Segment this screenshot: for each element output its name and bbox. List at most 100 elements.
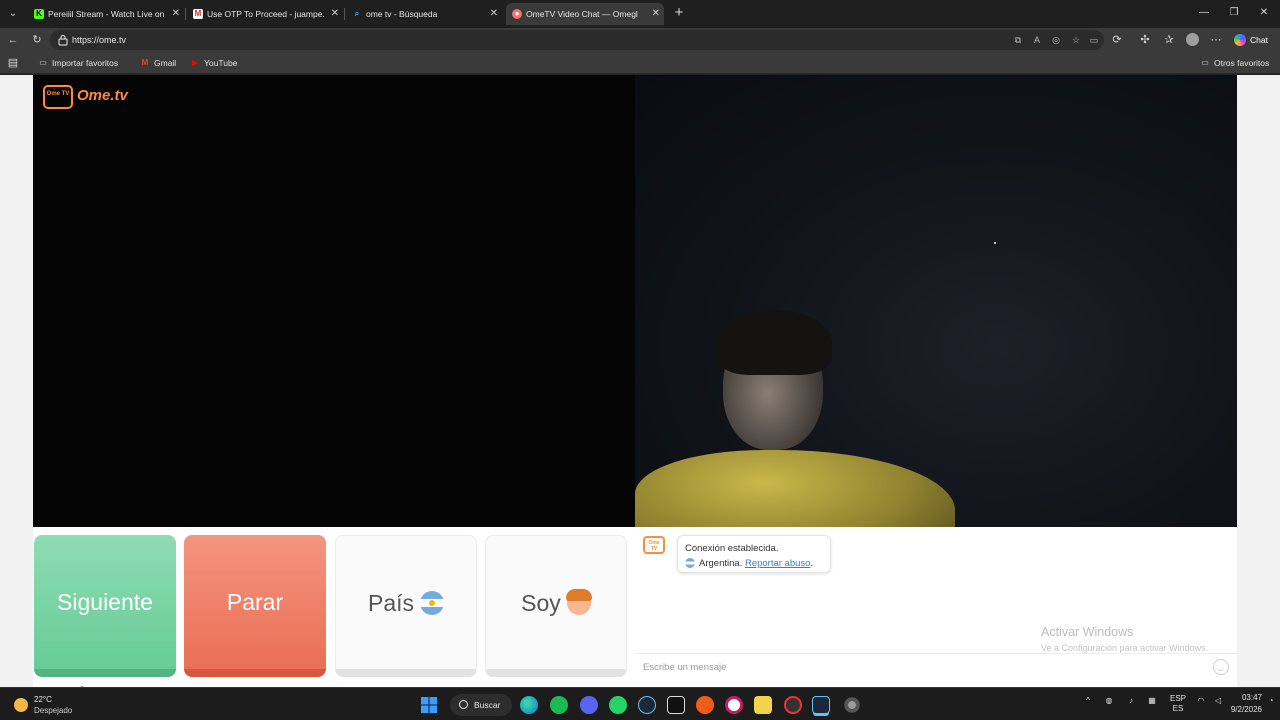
weather-temperature: 22°C — [34, 695, 52, 704]
bookmark-gmail[interactable]: M Gmail — [140, 52, 177, 74]
tab-divider — [185, 8, 186, 20]
refresh-icon[interactable]: ↻ — [28, 31, 46, 49]
close-window-icon[interactable]: ✕ — [1248, 4, 1280, 22]
page-content: Ome TV Ome.tv Siguiente Parar País Soy O… — [0, 75, 1280, 702]
close-tab-icon[interactable]: ✕ — [331, 3, 339, 25]
search-icon — [459, 700, 468, 709]
copilot-chat-button[interactable]: Chat — [1230, 31, 1276, 49]
bookmark-youtube[interactable]: ▶ YouTube — [190, 52, 237, 74]
taskbar-search-label: Buscar — [474, 700, 501, 710]
tab-title: ome tv - Búsqueda — [366, 9, 438, 19]
tab-divider — [344, 8, 345, 20]
gmail-icon: M — [141, 58, 149, 67]
tab-actions-menu-icon[interactable]: ⌄ — [4, 5, 22, 23]
network-tray-icon[interactable]: ◍ — [1102, 696, 1116, 705]
weather-condition: Despejado — [34, 706, 73, 715]
clock-date: 9/2/2026 — [1230, 705, 1262, 714]
stop-button[interactable]: Parar — [184, 535, 326, 677]
stop-button-label: Parar — [226, 589, 284, 615]
stranger-video — [33, 75, 635, 527]
tab-title: Use OTP To Proceed - juampe.cba — [207, 9, 325, 19]
bookmark-label: Gmail — [154, 58, 177, 68]
keyboard-tray-icon[interactable]: ▦ — [1145, 696, 1159, 705]
partner-country-line: Argentina. Reportar abuso. — [685, 556, 830, 571]
activate-windows-title: Activar Windows — [1041, 625, 1134, 639]
steam-icon[interactable] — [638, 696, 656, 714]
tab-search[interactable]: ⌕ ome tv - Búsqueda ✕ — [346, 3, 502, 25]
whatsapp-icon[interactable] — [609, 696, 627, 714]
back-icon[interactable]: ← — [4, 31, 22, 49]
gender-select-button[interactable]: Soy — [485, 535, 627, 677]
report-abuse-link[interactable]: Reportar abuso — [745, 558, 810, 569]
search-icon: ⌕ — [354, 9, 360, 18]
message-input[interactable] — [635, 654, 1195, 680]
launcher-icon[interactable] — [754, 696, 772, 714]
logo-badge: Ome TV — [43, 85, 73, 109]
emoji-picker-icon[interactable] — [1213, 659, 1229, 675]
next-button-label: Siguiente — [57, 589, 153, 615]
sidebar-toggle-icon[interactable]: ▤ — [4, 54, 22, 72]
discord-icon[interactable] — [580, 696, 598, 714]
media-icon[interactable]: ▭ — [1086, 32, 1102, 48]
more-options-icon[interactable]: ⋯ — [1207, 31, 1225, 49]
browser-toolbar: ← ↻ https://ome.tv ⧉ A ◎ ☆ ▭ ⟳ ✣ ✰ ⋯ Cha… — [0, 28, 1280, 52]
extensions-refresh-icon[interactable]: ⟳ — [1108, 31, 1126, 49]
logo-wordmark: Ome.tv — [77, 87, 128, 104]
input-language[interactable]: ESP ES — [1166, 694, 1190, 714]
favorites-icon[interactable]: ✰ — [1160, 31, 1178, 49]
profile-avatar[interactable] — [1183, 31, 1201, 49]
favorite-star-icon[interactable]: ☆ — [1068, 32, 1084, 48]
address-bar[interactable]: https://ome.tv ⧉ A ◎ ☆ ▭ — [50, 30, 1104, 50]
bookmark-label: YouTube — [204, 58, 238, 68]
maximize-icon[interactable]: ❐ — [1218, 4, 1250, 22]
close-tab-icon[interactable]: ✕ — [652, 3, 660, 25]
close-tab-icon[interactable]: ✕ — [172, 3, 180, 25]
next-button[interactable]: Siguiente — [34, 535, 176, 677]
edge-icon[interactable] — [520, 696, 538, 714]
gmail-icon: M — [193, 9, 203, 19]
microphone-tray-icon[interactable]: ♪ — [1124, 696, 1138, 705]
ometv-chat-avatar-icon: Ome TV — [643, 536, 665, 554]
other-favorites[interactable]: ▭ Otros favoritos — [1200, 52, 1269, 74]
person-hair — [717, 310, 832, 375]
notification-bell-icon[interactable]: ◔ — [1266, 696, 1276, 705]
self-camera-video — [635, 75, 1237, 527]
windows-taskbar: 22°C Despejado Buscar ^ ◍ ♪ ▦ ESP ES ◠ ◁… — [0, 687, 1280, 720]
weather-widget[interactable]: 22°C Despejado — [12, 695, 92, 717]
minimize-icon[interactable]: — — [1188, 4, 1220, 22]
url-text[interactable]: https://ome.tv — [72, 30, 126, 50]
system-clock[interactable]: 03:47 9/2/2026 — [1222, 692, 1262, 716]
tab-ometv[interactable]: ● OmeTV Video Chat — Omegl ✕ — [506, 3, 664, 25]
close-tab-icon[interactable]: ✕ — [490, 3, 498, 25]
game-client-icon[interactable] — [784, 696, 802, 714]
tracking-prevention-icon[interactable]: ◎ — [1048, 32, 1064, 48]
steam-active-icon[interactable] — [812, 696, 830, 714]
show-hidden-icons[interactable]: ^ — [1082, 696, 1094, 705]
youtube-icon: ▶ — [191, 58, 199, 67]
tab-gmail[interactable]: M Use OTP To Proceed - juampe.cba ✕ — [187, 3, 343, 25]
spotify-icon[interactable] — [550, 696, 568, 714]
tab-kick[interactable]: K Pereiiil Stream - Watch Live on Kic ✕ — [28, 3, 184, 25]
bookmark-label: Importar favoritos — [52, 58, 119, 68]
argentina-flag-icon — [685, 558, 695, 569]
bookmark-import-favorites[interactable]: ▭ Importar favoritos — [38, 52, 118, 74]
taskbar-search[interactable]: Buscar — [450, 694, 512, 716]
clock-time: 03:47 — [1241, 693, 1262, 702]
tab-title: OmeTV Video Chat — Omegl — [526, 9, 638, 19]
site-info-icon[interactable] — [58, 34, 68, 46]
extensions-icon[interactable]: ✣ — [1136, 31, 1154, 49]
light-speck — [994, 242, 996, 244]
chat-button-label: Chat — [1250, 35, 1268, 45]
translate-icon[interactable]: A — [1029, 32, 1045, 48]
osu-icon[interactable] — [725, 696, 743, 714]
wifi-tray-icon[interactable]: ◠ — [1194, 696, 1208, 705]
new-tab-button[interactable]: + — [670, 4, 688, 22]
country-filter-button[interactable]: País — [335, 535, 477, 677]
windows-start-icon[interactable] — [420, 696, 438, 714]
tab-title: Pereiiil Stream - Watch Live on Kic — [48, 9, 166, 19]
folder-icon: ▭ — [1201, 58, 1209, 67]
epic-games-icon[interactable] — [667, 696, 685, 714]
origin-icon[interactable] — [696, 696, 714, 714]
app-available-icon[interactable]: ⧉ — [1010, 32, 1026, 48]
settings-gear-icon[interactable] — [843, 696, 861, 714]
